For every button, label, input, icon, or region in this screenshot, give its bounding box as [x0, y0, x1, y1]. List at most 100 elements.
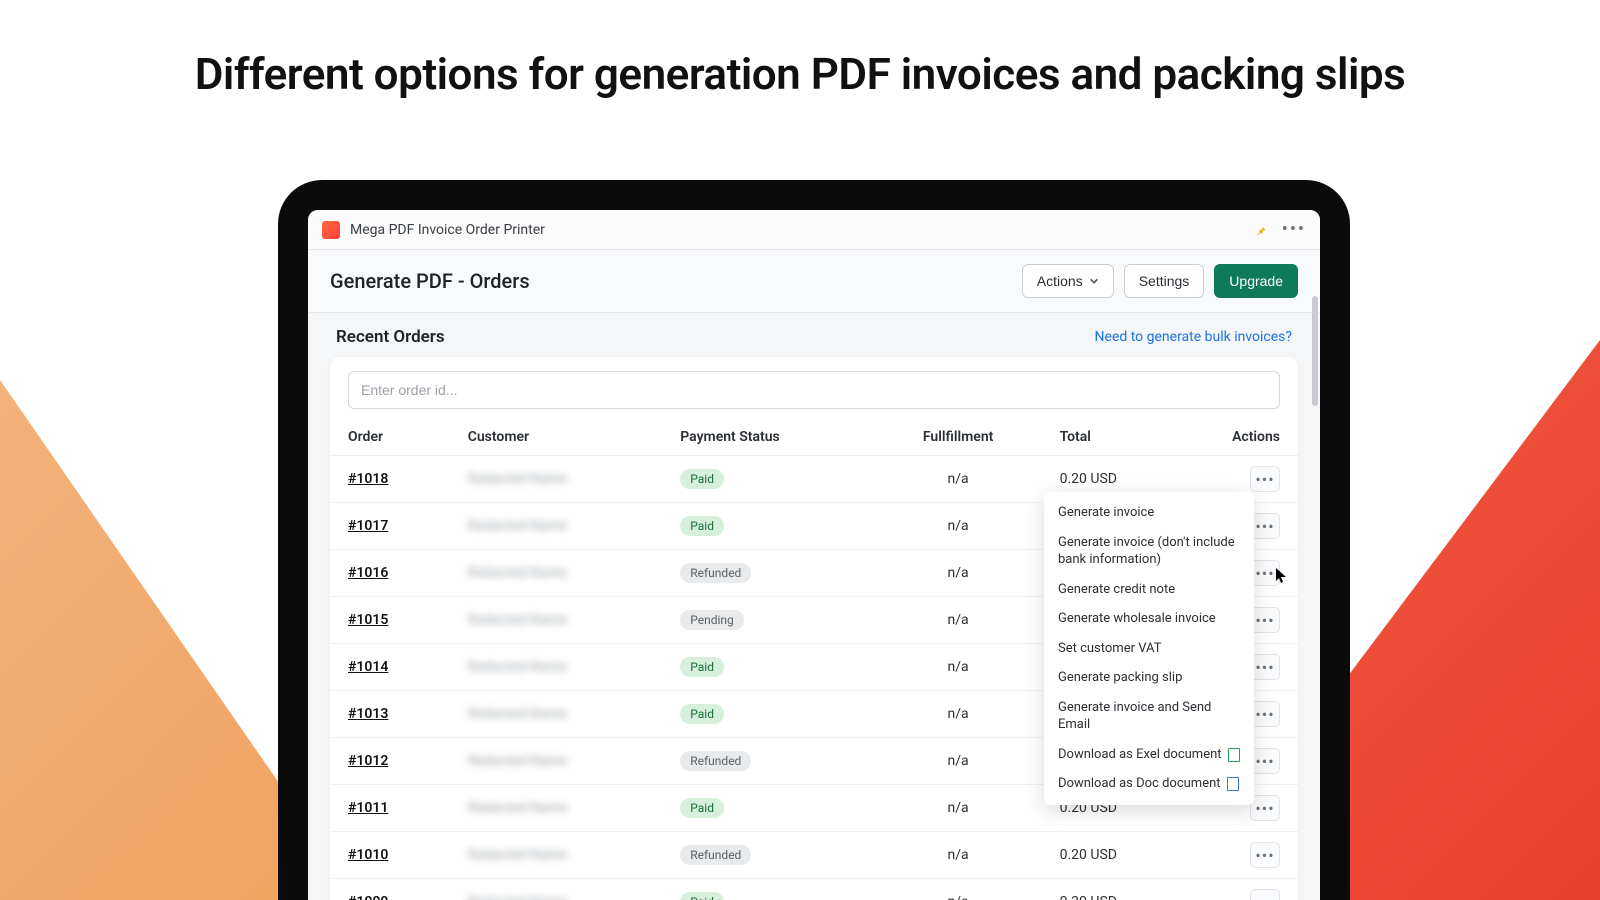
pin-icon[interactable]	[1254, 223, 1268, 237]
row-actions-button[interactable]: •••	[1250, 513, 1280, 539]
chevron-down-icon	[1089, 276, 1099, 286]
upgrade-button[interactable]: Upgrade	[1214, 264, 1298, 298]
fullfillment-value: n/a	[875, 738, 1042, 785]
table-row: #1010 Redacted Name Refunded n/a0.20 USD •••	[330, 832, 1298, 879]
th-payment: Payment Status	[662, 419, 874, 456]
menu-item-label: Generate invoice (don't include bank inf…	[1058, 534, 1240, 569]
page-title: Generate PDF - Orders	[330, 269, 530, 293]
order-link[interactable]: #1016	[348, 565, 388, 581]
order-link[interactable]: #1015	[348, 612, 388, 628]
table-row: #1009Redacted NamePaidn/a0.30 USD•••	[330, 879, 1298, 900]
order-link[interactable]: #1011	[348, 800, 388, 816]
fullfillment-value: n/a	[875, 832, 1042, 879]
fullfillment-value: n/a	[875, 691, 1042, 738]
menu-item-label: Generate invoice	[1058, 504, 1154, 522]
order-link[interactable]: #1010	[348, 847, 388, 863]
payment-status-badge: Refunded	[680, 751, 751, 771]
row-actions-button[interactable]: •••	[1250, 466, 1280, 492]
order-link[interactable]: #1009	[348, 894, 388, 900]
payment-status-badge: Refunded	[680, 563, 751, 583]
app-title: Mega PDF Invoice Order Printer	[350, 222, 545, 238]
order-link[interactable]: #1018	[348, 471, 388, 487]
cursor-icon	[1276, 568, 1288, 584]
customer-name: Redacted Name	[468, 471, 568, 487]
fullfillment-value: n/a	[875, 456, 1042, 503]
payment-status-badge: Paid	[680, 469, 724, 489]
customer-name: Redacted Name	[468, 706, 568, 722]
app-bar: Mega PDF Invoice Order Printer •••	[308, 210, 1320, 250]
fullfillment-value: n/a	[875, 597, 1042, 644]
row-actions-button[interactable]: •••	[1250, 842, 1280, 868]
appbar-overflow-icon[interactable]: •••	[1282, 221, 1306, 239]
menu-item-label: Download as Exel document	[1058, 746, 1222, 764]
menu-item[interactable]: Generate credit note	[1044, 575, 1254, 605]
actions-label: Actions	[1037, 273, 1083, 289]
th-total: Total	[1042, 419, 1188, 456]
order-link[interactable]: #1013	[348, 706, 388, 722]
th-fullfillment: Fullfillment	[875, 419, 1042, 456]
menu-item-label: Generate packing slip	[1058, 669, 1182, 687]
order-link[interactable]: #1014	[348, 659, 388, 675]
payment-status-badge: Paid	[680, 516, 724, 536]
menu-item[interactable]: Generate packing slip	[1044, 663, 1254, 693]
fullfillment-value: n/a	[875, 550, 1042, 597]
payment-status-badge: Paid	[680, 704, 724, 724]
customer-name: Redacted Name	[468, 800, 568, 816]
file-blue-icon	[1227, 777, 1239, 791]
customer-name: Redacted Name	[468, 518, 568, 534]
app-logo-icon	[322, 221, 340, 239]
row-actions-button[interactable]: •••	[1250, 889, 1280, 900]
customer-name: Redacted Name	[468, 565, 568, 581]
menu-item-label: Generate invoice and Send Email	[1058, 699, 1240, 734]
total-value: 0.20 USD	[1042, 832, 1188, 879]
menu-item[interactable]: Generate invoice and Send Email	[1044, 693, 1254, 740]
row-actions-button[interactable]: •••	[1250, 701, 1280, 727]
section-title: Recent Orders	[336, 327, 445, 347]
row-actions-button[interactable]: •••	[1250, 795, 1280, 821]
order-link[interactable]: #1012	[348, 753, 388, 769]
payment-status-badge: Pending	[680, 610, 744, 630]
row-actions-button[interactable]: •••	[1250, 748, 1280, 774]
th-actions: Actions	[1188, 419, 1298, 456]
laptop-frame: Mega PDF Invoice Order Printer ••• Gener…	[278, 180, 1350, 900]
customer-name: Redacted Name	[468, 753, 568, 769]
menu-item[interactable]: Generate invoice (don't include bank inf…	[1044, 528, 1254, 575]
actions-dropdown-button[interactable]: Actions	[1022, 264, 1114, 298]
fullfillment-value: n/a	[875, 503, 1042, 550]
row-actions-button[interactable]: •••	[1250, 607, 1280, 633]
menu-item[interactable]: Download as Doc document	[1044, 769, 1254, 799]
upgrade-label: Upgrade	[1229, 273, 1283, 289]
scrollbar[interactable]	[1312, 296, 1318, 406]
payment-status-badge: Refunded	[680, 845, 751, 865]
customer-name: Redacted Name	[468, 847, 568, 863]
search-input[interactable]	[348, 371, 1280, 409]
th-customer: Customer	[450, 419, 663, 456]
order-link[interactable]: #1017	[348, 518, 388, 534]
th-order: Order	[330, 419, 450, 456]
customer-name: Redacted Name	[468, 894, 568, 900]
bulk-invoices-link[interactable]: Need to generate bulk invoices?	[1095, 329, 1292, 345]
fullfillment-value: n/a	[875, 644, 1042, 691]
settings-button[interactable]: Settings	[1124, 264, 1205, 298]
payment-status-badge: Paid	[680, 657, 724, 677]
total-value: 0.30 USD	[1042, 879, 1188, 900]
screen: Mega PDF Invoice Order Printer ••• Gener…	[308, 210, 1320, 900]
menu-item[interactable]: Generate invoice	[1044, 498, 1254, 528]
fullfillment-value: n/a	[875, 785, 1042, 832]
file-green-icon	[1228, 748, 1240, 762]
settings-label: Settings	[1139, 273, 1190, 289]
customer-name: Redacted Name	[468, 612, 568, 628]
search-wrap	[348, 371, 1280, 409]
menu-item[interactable]: Download as Exel document	[1044, 740, 1254, 770]
fullfillment-value: n/a	[875, 879, 1042, 900]
menu-item-label: Download as Doc document	[1058, 775, 1221, 793]
section-header: Recent Orders Need to generate bulk invo…	[308, 313, 1320, 357]
menu-item-label: Generate credit note	[1058, 581, 1175, 599]
menu-item-label: Generate wholesale invoice	[1058, 610, 1216, 628]
menu-item[interactable]: Generate wholesale invoice	[1044, 604, 1254, 634]
menu-item[interactable]: Set customer VAT	[1044, 634, 1254, 664]
page-header: Generate PDF - Orders Actions Settings U…	[308, 250, 1320, 313]
row-actions-menu: Generate invoice Generate invoice (don't …	[1044, 492, 1254, 805]
row-actions-button[interactable]: •••	[1250, 654, 1280, 680]
payment-status-badge: Paid	[680, 798, 724, 818]
